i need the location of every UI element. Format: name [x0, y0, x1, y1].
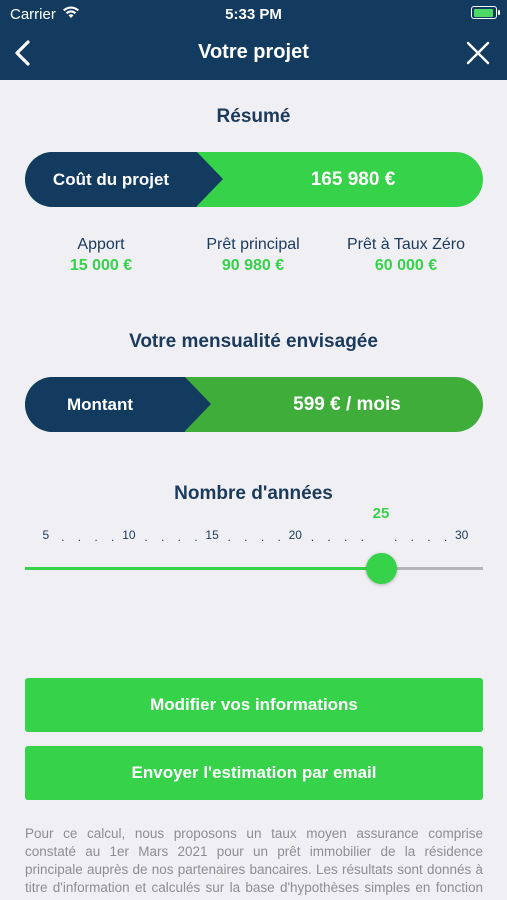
summary-item-value: 60 000 €: [374, 257, 438, 274]
years-title: Nombre d'années: [174, 483, 333, 504]
years-tick: .: [344, 530, 348, 544]
years-tick: 5: [42, 528, 50, 542]
years-tick: .: [61, 530, 65, 544]
status-bar: Carrier 5:33 PM: [0, 0, 507, 28]
summary-item-label: Apport: [77, 236, 125, 253]
monthly-title: Votre mensualité envisagée: [129, 331, 378, 352]
years-tick: .: [260, 530, 265, 544]
years-tick: .: [410, 530, 414, 544]
years-slider-thumb[interactable]: [365, 553, 397, 584]
summary-title: Résumé: [216, 106, 291, 127]
years-tick: .: [144, 530, 148, 544]
page-title: Votre projet: [198, 41, 309, 63]
summary-item-label: Prêt à Taux Zéro: [347, 236, 465, 253]
battery-icon: [471, 6, 500, 19]
years-tick: 30: [455, 528, 469, 542]
years-tick: .: [111, 530, 115, 544]
clock: 5:33 PM: [225, 6, 282, 23]
summary-item-value: 90 980 €: [221, 257, 285, 274]
years-tick: .: [360, 530, 364, 544]
disclaimer-text: Pour ce calcul, nous proposons un taux m…: [25, 826, 483, 900]
monthly-amount-value: 599 € / mois: [293, 394, 401, 415]
years-tick: .: [327, 530, 331, 544]
summary-item-pret-principal: Prêt principal 90 980 €: [168, 236, 338, 275]
years-tick-labels: 5.... 10.... 15.... 20........ 30: [0, 528, 507, 546]
years-tick: .: [393, 530, 398, 544]
navigation-bar: Votre projet: [0, 28, 507, 80]
project-cost-value: 165 980 €: [310, 169, 396, 190]
years-tick: .: [94, 530, 98, 544]
monthly-amount-pill: Montant 599 € / mois: [25, 377, 483, 432]
years-tick: .: [194, 530, 198, 544]
summary-item-value: 15 000 €: [69, 257, 133, 274]
years-tick: .: [277, 530, 281, 544]
project-cost-label: Coût du projet: [52, 170, 170, 189]
close-icon[interactable]: [465, 40, 491, 66]
summary-item-label: Prêt principal: [206, 236, 300, 253]
years-tick: .: [244, 530, 248, 544]
send-email-button[interactable]: Envoyer l'estimation par email: [25, 746, 483, 800]
years-tick: .: [310, 530, 315, 544]
years-slider-fill: [25, 567, 381, 570]
years-tick: .: [160, 530, 165, 544]
years-tick: 15: [205, 528, 219, 542]
years-tick: .: [77, 530, 82, 544]
years-tick: .: [443, 530, 448, 544]
years-tick: 10: [122, 528, 136, 542]
years-tick: .: [177, 530, 181, 544]
summary-item-ptz: Prêt à Taux Zéro 60 000 €: [321, 236, 491, 275]
years-tick: 20: [288, 528, 302, 542]
years-tick: .: [427, 530, 431, 544]
years-slider-value: 25: [372, 505, 390, 522]
modify-info-button[interactable]: Modifier vos informations: [25, 678, 483, 732]
years-tick: .: [227, 530, 231, 544]
project-cost-pill: Coût du projet 165 980 €: [25, 152, 483, 207]
summary-item-apport: Apport 15 000 €: [16, 236, 186, 275]
monthly-amount-label: Montant: [66, 395, 134, 414]
